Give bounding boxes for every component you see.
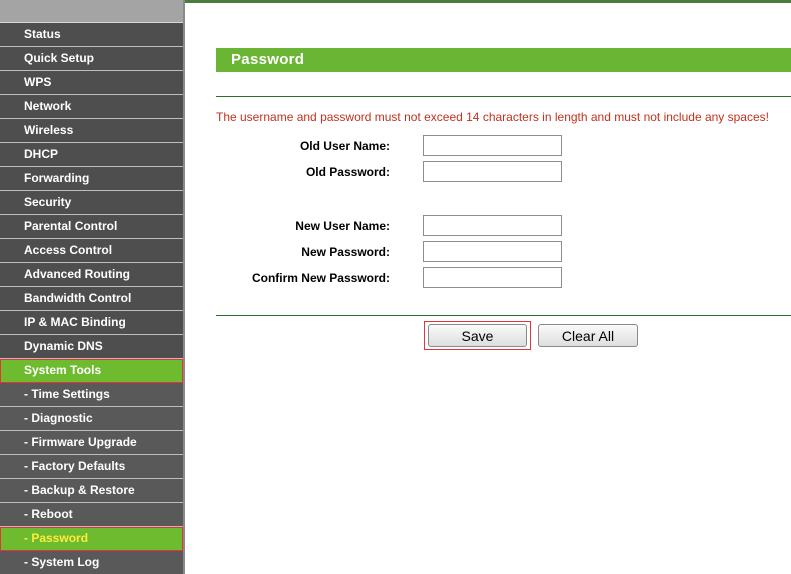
- sidebar-item-parental-control[interactable]: Parental Control: [0, 215, 183, 239]
- sidebar-item-backup-restore[interactable]: - Backup & Restore: [0, 479, 183, 503]
- sidebar-item-reboot[interactable]: - Reboot: [0, 503, 183, 527]
- sidebar-item-password[interactable]: - Password: [0, 527, 183, 551]
- sidebar-item-system-log[interactable]: - System Log: [0, 551, 183, 574]
- sidebar-item-quick-setup[interactable]: Quick Setup: [0, 47, 183, 71]
- sidebar-item-factory-defaults[interactable]: - Factory Defaults: [0, 455, 183, 479]
- sidebar-item-forwarding[interactable]: Forwarding: [0, 167, 183, 191]
- new-user-name-input[interactable]: [423, 215, 562, 236]
- confirm-password-input[interactable]: [423, 267, 562, 288]
- save-button[interactable]: Save: [428, 324, 527, 347]
- old-password-input[interactable]: [423, 161, 562, 182]
- page-title: Password: [216, 48, 791, 72]
- main-content: Password The username and password must …: [185, 3, 791, 574]
- sidebar-item-firmware-upgrade[interactable]: - Firmware Upgrade: [0, 431, 183, 455]
- sidebar-header: [0, 0, 183, 23]
- bottom-divider: [216, 315, 791, 316]
- sidebar-item-time-settings[interactable]: - Time Settings: [0, 383, 183, 407]
- new-password-label: New Password:: [301, 245, 390, 259]
- sidebar-item-bandwidth-control[interactable]: Bandwidth Control: [0, 287, 183, 311]
- old-user-name-input[interactable]: [423, 135, 562, 156]
- sidebar-item-dhcp[interactable]: DHCP: [0, 143, 183, 167]
- new-password-input[interactable]: [423, 241, 562, 262]
- sidebar-item-system-tools[interactable]: System Tools: [0, 359, 183, 383]
- sidebar-item-status[interactable]: Status: [0, 23, 183, 47]
- old-password-label: Old Password:: [305, 165, 390, 179]
- sidebar-item-wireless[interactable]: Wireless: [0, 119, 183, 143]
- new-user-name-label: New User Name:: [295, 219, 390, 233]
- sidebar-item-diagnostic[interactable]: - Diagnostic: [0, 407, 183, 431]
- sidebar-item-network[interactable]: Network: [0, 95, 183, 119]
- sidebar-item-security[interactable]: Security: [0, 191, 183, 215]
- sidebar-item-access-control[interactable]: Access Control: [0, 239, 183, 263]
- sidebar-item-wps[interactable]: WPS: [0, 71, 183, 95]
- clear-all-button[interactable]: Clear All: [538, 324, 638, 347]
- sidebar-item-dynamic-dns[interactable]: Dynamic DNS: [0, 335, 183, 359]
- password-warning: The username and password must not excee…: [216, 110, 769, 124]
- sidebar-item-advanced-routing[interactable]: Advanced Routing: [0, 263, 183, 287]
- confirm-password-label: Confirm New Password:: [251, 271, 390, 285]
- sidebar-item-ip-mac-binding[interactable]: IP & MAC Binding: [0, 311, 183, 335]
- top-divider: [216, 96, 791, 97]
- old-user-name-label: Old User Name:: [299, 139, 390, 153]
- sidebar-menu: Status Quick Setup WPS Network Wireless …: [0, 0, 183, 574]
